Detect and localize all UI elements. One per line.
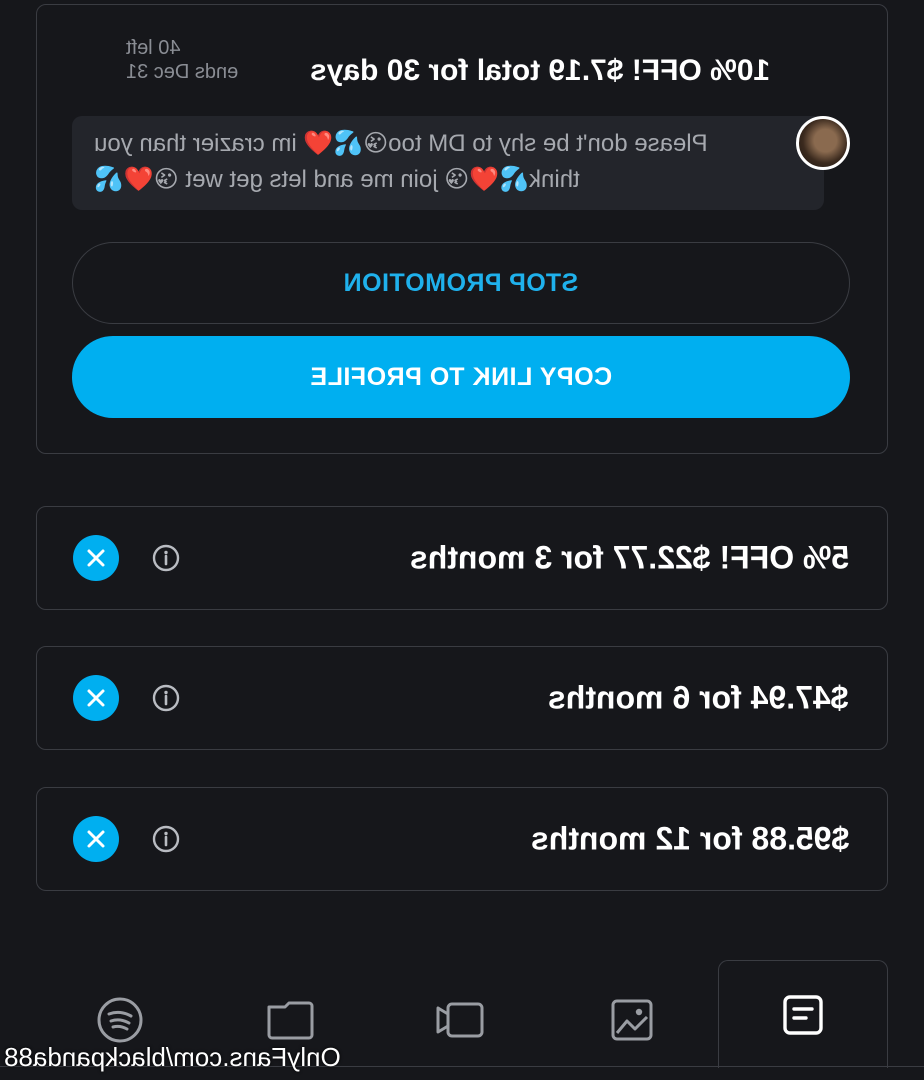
bundle-row: 5% OFF! $22.77 for 3 months [36,506,888,610]
promotion-message: Please don't be shy to DM too😘💦❤️ im cra… [94,126,784,198]
tab-spotify[interactable] [90,990,150,1050]
remove-bundle-button[interactable] [73,816,119,862]
remove-bundle-button[interactable] [73,675,119,721]
bundle-label: 5% OFF! $22.77 for 3 months [409,539,849,576]
avatar[interactable] [796,116,850,170]
info-icon[interactable] [151,683,181,713]
tab-folders[interactable] [260,990,320,1050]
info-icon[interactable] [151,824,181,854]
stop-promotion-label: STOP PROMOTION [343,268,579,297]
page: 10% OFF! $7.19 total for 30 days 40 left… [0,0,924,1080]
folder-icon [267,1001,314,1040]
bundle-row: $47.94 for 6 months [36,646,888,750]
stop-promotion-button[interactable]: STOP PROMOTION [72,242,850,324]
copy-link-button[interactable]: COPY LINK TO PROFILE [72,336,850,418]
promotion-ends: ends Dec 31 [126,61,239,83]
bundle-label: $47.94 for 6 months [548,679,849,716]
watermark: OnlyFans.com/blackpanda88 [4,1042,341,1072]
copy-link-label: COPY LINK TO PROFILE [309,362,613,391]
close-icon [87,549,105,567]
promotion-remaining: 40 left [126,37,181,59]
info-icon[interactable] [151,543,181,573]
video-icon [436,1002,484,1038]
bundle-label: $95.88 for 12 months [530,820,849,857]
tab-videos[interactable] [430,990,490,1050]
promotion-meta: 40 left ends Dec 31 [126,36,238,84]
remove-bundle-button[interactable] [73,535,119,581]
close-icon [87,830,105,848]
tab-posts[interactable] [718,960,888,1068]
post-icon [783,994,823,1035]
promotion-message-line: think💦❤️😘 join me and lets get wet 😘❤️💦 [94,166,580,193]
image-icon [611,999,653,1041]
bundle-row: $95.88 for 12 months [36,787,888,891]
close-icon [87,689,105,707]
tab-photos[interactable] [602,990,662,1050]
promotion-message-line: Please don't be shy to DM too😘💦❤️ im cra… [94,130,708,157]
spotify-icon [97,997,143,1043]
promotion-title: 10% OFF! $7.19 total for 30 days [310,54,771,87]
